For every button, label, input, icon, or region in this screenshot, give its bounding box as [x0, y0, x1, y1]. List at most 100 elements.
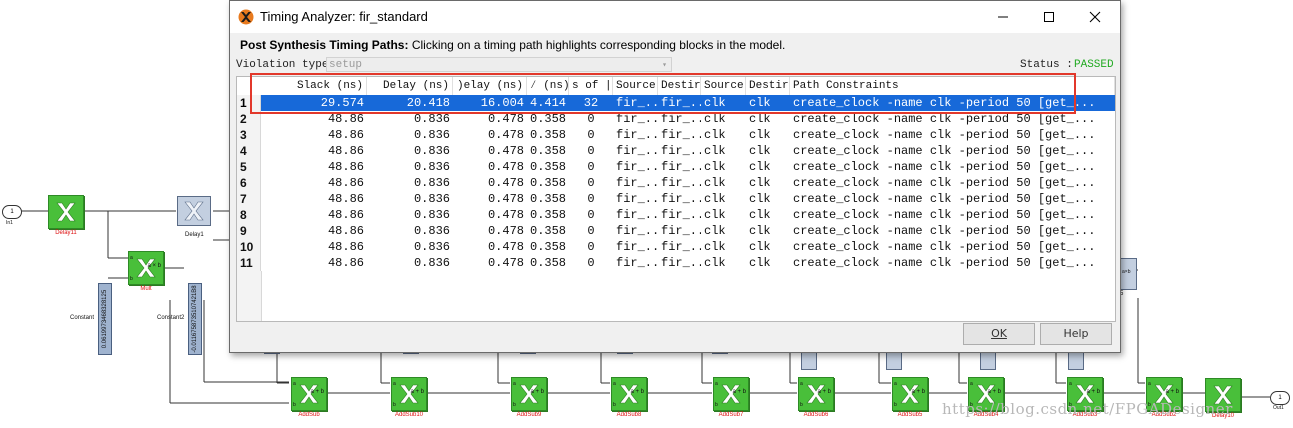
delay1-block[interactable]	[177, 196, 211, 226]
ok-button[interactable]: OK	[963, 323, 1035, 345]
table-cell: 0.836	[413, 256, 450, 270]
mult5-block[interactable]: a×b	[1119, 258, 1137, 290]
window-title: Timing Analyzer: fir_standard	[260, 9, 428, 24]
table-cell: 48.86	[327, 128, 364, 142]
addsub-block[interactable]: aba + b AddSub5	[892, 377, 928, 418]
in-port[interactable]: 1	[2, 205, 22, 219]
maximize-button[interactable]	[1026, 1, 1072, 33]
table-cell: 0	[587, 240, 595, 254]
addsub-block[interactable]: aba + b AddSub6	[798, 377, 834, 418]
addsub-block[interactable]: aba + b AddSub7	[713, 377, 749, 418]
table-cell: 0	[587, 208, 595, 222]
minimize-button[interactable]	[980, 1, 1026, 33]
table-cell: create_clock -name clk -period 50 [get_.…	[793, 160, 1096, 174]
table-cell: clk	[749, 256, 771, 270]
table-cell: 0	[587, 176, 595, 190]
maximize-icon	[1044, 12, 1054, 22]
table-cell: 0	[587, 128, 595, 142]
table-cell: fir_...	[616, 176, 658, 190]
table-cell: 0.478	[487, 256, 524, 270]
addsub-label: AddSub10	[394, 412, 424, 418]
help-button[interactable]: Help	[1040, 323, 1112, 345]
table-cell: 0.836	[413, 192, 450, 206]
table-row[interactable]: 848.860.8360.4780.3580fir_...fir_...clkc…	[237, 207, 1115, 223]
mult-block[interactable]: ab a × b Mult	[128, 251, 164, 292]
delay1-label: Delay1	[185, 232, 204, 238]
table-row[interactable]: 548.860.8360.4780.3580fir_...fir_...clkc…	[237, 159, 1115, 175]
table-cell: 48.86	[327, 256, 364, 270]
xilinx-x-icon	[184, 201, 204, 221]
table-cell: clk	[749, 128, 771, 142]
constant-label: Constant	[70, 315, 95, 321]
constant2-block[interactable]: -0.0116758735107421B8	[188, 283, 202, 355]
out-port[interactable]: 1	[1270, 391, 1290, 405]
info-text: Post Synthesis Timing Paths: Clicking on…	[240, 38, 785, 52]
violation-type-select[interactable]: setup ▾	[326, 57, 672, 72]
table-cell: create_clock -name clk -period 50 [get_.…	[793, 224, 1096, 238]
table-cell: clk	[704, 256, 726, 270]
table-cell: 48.86	[327, 224, 364, 238]
row-number: 8	[237, 207, 261, 223]
table-cell: create_clock -name clk -period 50 [get_.…	[793, 128, 1096, 142]
table-cell: fir_...	[661, 128, 701, 142]
table-cell: fir_...	[616, 192, 658, 206]
table-cell: 0.478	[487, 128, 524, 142]
table-cell: clk	[749, 192, 771, 206]
addsub-block[interactable]: aba + b AddSub8	[611, 377, 647, 418]
table-row[interactable]: 448.860.8360.4780.3580fir_...fir_...clkc…	[237, 143, 1115, 159]
table-cell: 48.86	[327, 144, 364, 158]
table-cell: 0.478	[487, 144, 524, 158]
table-cell: fir_...	[661, 256, 701, 270]
addsub-block[interactable]: aba + b AddSub10	[391, 377, 427, 418]
table-cell: fir_...	[616, 208, 658, 222]
table-row[interactable]: 948.860.8360.4780.3580fir_...fir_...clkc…	[237, 223, 1115, 239]
table-cell: 0.358	[530, 224, 567, 238]
table-cell: 0.836	[413, 176, 450, 190]
xilinx-x-icon	[56, 202, 76, 222]
table-row[interactable]: 1148.860.8360.4780.3580fir_...fir_...clk…	[237, 255, 1115, 271]
addsub-label: AddSub5	[897, 412, 923, 418]
table-cell: fir_...	[616, 256, 658, 270]
table-cell: 0	[587, 144, 595, 158]
table-row[interactable]: 648.860.8360.4780.3580fir_...fir_...clkc…	[237, 175, 1115, 191]
table-cell: 0.836	[413, 160, 450, 174]
row-number: 4	[237, 143, 261, 159]
table-cell: fir_...	[661, 192, 701, 206]
highlight-annotation	[250, 73, 1076, 114]
table-cell: fir_...	[616, 144, 658, 158]
addsub-block[interactable]: aba + b AddSub9	[511, 377, 547, 418]
row-number: 5	[237, 159, 261, 175]
addsub-label: AddSub	[298, 412, 320, 418]
matlab-app-icon	[238, 9, 254, 25]
table-cell: fir_...	[616, 128, 658, 142]
table-row[interactable]: 748.860.8360.4780.3580fir_...fir_...clkc…	[237, 191, 1115, 207]
close-button[interactable]	[1072, 1, 1118, 33]
table-row[interactable]: 1048.860.8360.4780.3580fir_...fir_...clk…	[237, 239, 1115, 255]
table-cell: clk	[704, 208, 726, 222]
table-cell: 0.836	[413, 144, 450, 158]
minimize-icon	[998, 16, 1008, 18]
dropdown-arrow-icon: ▾	[662, 61, 667, 70]
table-cell: 0.836	[413, 128, 450, 142]
table-cell: create_clock -name clk -period 50 [get_.…	[793, 256, 1096, 270]
table-cell: clk	[749, 208, 771, 222]
table-cell: fir_...	[661, 224, 701, 238]
table-cell: fir_...	[661, 160, 701, 174]
table-cell: 0.478	[487, 176, 524, 190]
status-label: Status :	[1020, 59, 1073, 71]
table-cell: fir_...	[661, 240, 701, 254]
violation-type-label: Violation type	[236, 59, 329, 71]
delay11-block[interactable]: Delay11	[48, 195, 84, 236]
title-bar[interactable]: Timing Analyzer: fir_standard	[230, 1, 1120, 33]
out-port-label: Out1	[1273, 405, 1284, 411]
addsub-block[interactable]: aba + b AddSub	[291, 377, 327, 418]
table-cell: clk	[749, 224, 771, 238]
status-value: PASSED	[1074, 59, 1114, 71]
constant-block[interactable]: 0.0619973468328125	[98, 283, 112, 355]
table-cell: 0	[587, 192, 595, 206]
table-row[interactable]: 348.860.8360.4780.3580fir_...fir_...clkc…	[237, 127, 1115, 143]
table-cell: clk	[749, 144, 771, 158]
row-number: 9	[237, 223, 261, 239]
table-cell: 0	[587, 256, 595, 270]
table-cell: 0.358	[530, 240, 567, 254]
